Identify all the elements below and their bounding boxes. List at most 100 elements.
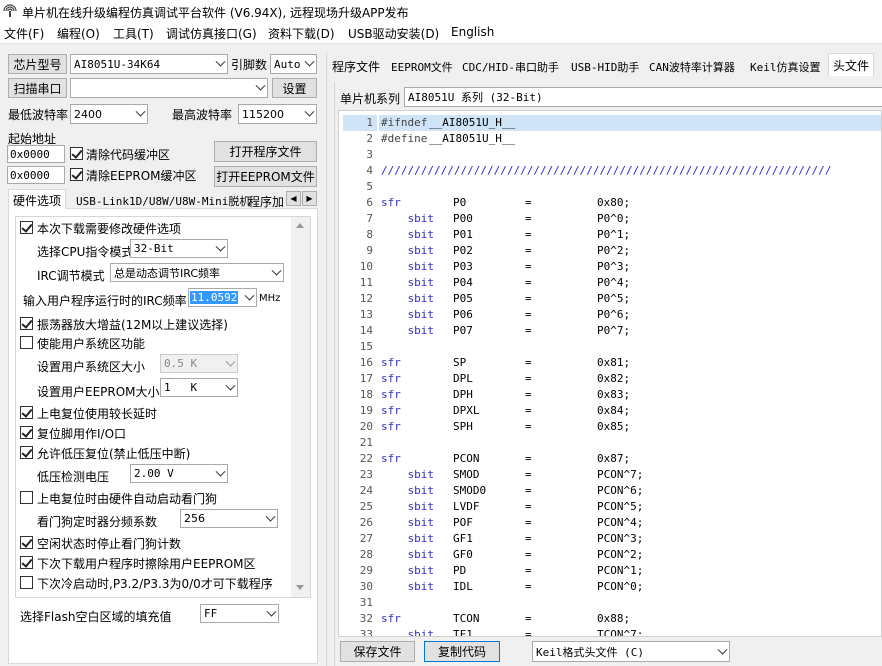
line-number: 4 [366,164,373,177]
scroll-down-icon[interactable] [296,585,304,590]
min-baud-select[interactable]: 2400 [70,104,148,124]
open-eeprom-file-button[interactable]: 打开EEPROM文件 [214,166,317,187]
tab-eeprom-file[interactable]: EEPROM文件 [387,57,457,77]
open-program-file-button[interactable]: 打开程序文件 [214,141,317,162]
code-editor[interactable]: 1 #ifndef __AI8051U_H__ 2 #define __AI8051U_H… [338,110,882,637]
wdt-auto-start-label: 上电复位时由硬件自动启动看门狗 [37,492,218,506]
power-reset-delay-label: 上电复位使用较长延时 [37,407,158,421]
user-system-size-select[interactable]: 0.5 K [160,354,238,373]
low-voltage-select[interactable]: 2.00 V [130,464,228,483]
code-value: PCON^4; [597,516,644,529]
line-number: 3 [366,148,373,161]
line-number: 33 [359,628,373,637]
code-value: 0x84; [597,404,631,417]
tab-header-file[interactable]: 头文件 [828,53,875,76]
line-number: 16 [359,356,373,369]
tab-keil-sim[interactable]: Keil仿真设置 [746,57,825,77]
line-number: 2 [366,132,373,145]
irc-frequency-select[interactable]: 11.0592 [188,288,257,307]
code-identifier: SMOD [453,468,480,481]
flash-fill-select[interactable]: FF [200,604,279,623]
power-reset-delay-checkbox[interactable] [20,406,33,419]
code-operator: = [525,324,532,337]
eeprom-start-address-input[interactable]: 0x0000 [7,166,65,184]
code-operator: = [525,372,532,385]
code-value: P0^7; [597,324,631,337]
line-number: 26 [359,516,373,529]
tab-usb-hid[interactable]: USB-HID助手 [567,57,643,77]
code-identifier: TCON [453,612,480,625]
chip-model-select[interactable]: AI8051U-34K64 [70,54,228,74]
tab-program-file[interactable]: 程序文件 [328,56,384,77]
code-identifier: __AI8051U_H__ [429,116,516,129]
code-identifier: DPXL [453,404,480,417]
code-keyword: sbit [381,228,434,241]
scan-port-button[interactable]: 扫描串口 [8,78,67,98]
wdt-auto-start-checkbox[interactable] [20,491,33,504]
menu-usb-driver[interactable]: USB驱动安装(D) [348,25,439,42]
modify-hw-options-checkbox[interactable] [20,221,33,234]
code-keyword: sbit [381,212,434,225]
save-file-button[interactable]: 保存文件 [340,641,415,662]
chip-model-button[interactable]: 芯片型号 [8,54,67,74]
pins-select[interactable]: Auto [270,54,317,74]
tab-program-encrypt[interactable]: 程序加 [244,191,288,212]
user-eeprom-size-value: 1 K [164,381,198,394]
clear-code-buffer-checkbox[interactable] [70,147,83,160]
clear-eeprom-buffer-checkbox[interactable] [70,168,83,181]
user-system-area-checkbox[interactable] [20,336,33,349]
series-select[interactable]: AI8051U 系列 (32-Bit) [404,87,882,107]
port-select[interactable] [70,78,268,98]
chevron-down-icon [215,56,226,67]
options-scrollbar[interactable] [291,217,310,597]
code-identifier: TF1 [453,628,473,637]
cpu-mode-select[interactable]: 32-Bit [130,239,228,258]
tab-scroll-right-icon[interactable]: ▶ [302,191,317,206]
code-line: 20 sfr SPH = 0x85; [339,419,869,435]
reset-pin-io-checkbox[interactable] [20,426,33,439]
code-line: 29 sbit PD = PCON^1; [339,563,869,579]
irc-mode-select[interactable]: 总是动态调节IRC频率 [110,263,284,282]
tab-scroll-left-icon[interactable]: ◀ [286,191,301,206]
settings-button[interactable]: 设置 [272,78,317,98]
code-line: 31 [339,595,869,611]
tab-usb-link-offline[interactable]: USB-Link1D/U8W/U8W-Mini脱机 [72,191,254,211]
tab-cdc-hid-serial[interactable]: CDC/HID-串口助手 [458,57,563,77]
max-baud-select[interactable]: 115200 [238,104,317,124]
header-format-select[interactable]: Keil格式头文件 (C) [532,641,730,662]
cold-boot-checkbox[interactable] [20,576,33,589]
reset-pin-io-label: 复位脚用作I/O口 [37,427,127,441]
tab-hardware-options[interactable]: 硬件选项 [8,189,67,209]
wdt-divider-select[interactable]: 256 [180,509,278,528]
menu-program[interactable]: 编程(O) [57,25,100,42]
erase-eeprom-checkbox[interactable] [20,556,33,569]
irc-frequency-label: 输入用户程序运行时的IRC频率 [23,294,187,308]
menu-english[interactable]: English [451,25,494,39]
code-keyword: sfr [381,372,401,385]
menu-file[interactable]: 文件(F) [4,25,44,42]
code-identifier: P07 [453,324,473,337]
code-value: PCON^7; [597,468,644,481]
line-number: 10 [359,260,373,273]
code-value: 0x82; [597,372,631,385]
menu-tools[interactable]: 工具(T) [113,25,154,42]
copy-code-button[interactable]: 复制代码 [424,641,500,662]
chevron-down-icon [304,56,315,67]
menu-download[interactable]: 资料下载(D) [268,25,335,42]
osc-gain-checkbox[interactable] [20,317,33,330]
menu-debug[interactable]: 调试仿真接口(G) [166,25,257,42]
code-keyword: sbit [381,484,434,497]
scroll-up-icon[interactable] [296,223,304,228]
code-line: 19 sfr DPXL = 0x84; [339,403,869,419]
user-eeprom-size-select[interactable]: 1 K [160,378,238,397]
tab-can-baud-calc[interactable]: CAN波特率计算器 [645,57,739,77]
code-keyword: sfr [381,612,401,625]
idle-stop-wdt-checkbox[interactable] [20,536,33,549]
code-keyword: sbit [381,292,434,305]
code-keyword: sfr [381,452,401,465]
code-start-address-input[interactable]: 0x0000 [7,145,65,163]
header-format-value: Keil格式头文件 (C) [536,645,644,659]
line-number: 32 [359,612,373,625]
low-voltage-reset-checkbox[interactable] [20,446,33,459]
code-operator: = [525,548,532,561]
